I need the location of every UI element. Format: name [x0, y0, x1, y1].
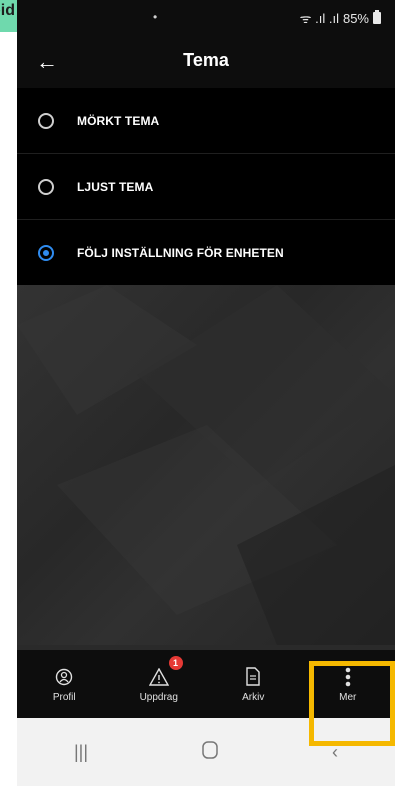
- battery-icon: [373, 10, 381, 24]
- system-navigation-bar: ||| ‹: [17, 718, 395, 786]
- status-bar: • ᯤ .ıl .ıl 85%: [17, 0, 395, 36]
- radio-button-follow-device[interactable]: [38, 244, 54, 261]
- radio-button-light[interactable]: [38, 178, 54, 195]
- option-follow-device[interactable]: FÖLJ INSTÄLLNING FÖR ENHETEN: [17, 220, 395, 285]
- radio-button-dark[interactable]: [38, 112, 54, 129]
- back-icon[interactable]: ‹: [332, 742, 338, 763]
- option-dark-theme[interactable]: MÖRKT TEMA: [17, 88, 395, 154]
- bottom-navigation: Profil 1 Uppdrag Arkiv Mer: [17, 650, 395, 718]
- option-label: FÖLJ INSTÄLLNING FÖR ENHETEN: [77, 245, 284, 260]
- nav-item-mer[interactable]: Mer: [301, 650, 396, 718]
- battery-text: 85%: [342, 10, 369, 26]
- nav-label: Profil: [52, 691, 76, 703]
- signal-icon: ᯤ .ıl .ıl: [299, 11, 339, 26]
- document-icon: [242, 666, 264, 688]
- more-vertical-icon: [337, 666, 359, 688]
- background-pattern: [17, 285, 395, 645]
- nav-item-uppdrag[interactable]: 1 Uppdrag: [112, 650, 207, 718]
- notification-badge: 1: [168, 656, 183, 670]
- nav-label: Mer: [339, 691, 357, 703]
- home-icon[interactable]: [202, 740, 218, 764]
- nav-label: Arkiv: [242, 691, 265, 703]
- theme-options-list: MÖRKT TEMA LJUST TEMA FÖLJ INSTÄLLNING F…: [17, 88, 395, 285]
- phone-screen: • ᯤ .ıl .ıl 85% ← Tema MÖRKT TEMA LJUST …: [17, 0, 395, 786]
- status-indicators: ᯤ .ıl .ıl 85%: [300, 9, 381, 27]
- profile-icon: [53, 666, 75, 688]
- option-label: LJUST TEMA: [77, 179, 154, 194]
- background-shapes: [17, 285, 395, 645]
- option-light-theme[interactable]: LJUST TEMA: [17, 154, 395, 220]
- nav-item-arkiv[interactable]: Arkiv: [206, 650, 301, 718]
- status-dot: •: [153, 10, 158, 24]
- page-title: Tema: [183, 50, 229, 70]
- nav-item-profil[interactable]: Profil: [17, 650, 112, 718]
- app-bar: ← Tema: [17, 36, 395, 88]
- recent-apps-icon[interactable]: |||: [74, 742, 88, 763]
- option-label: MÖRKT TEMA: [77, 113, 160, 128]
- nav-label: Uppdrag: [139, 691, 178, 703]
- warning-icon: [148, 666, 170, 688]
